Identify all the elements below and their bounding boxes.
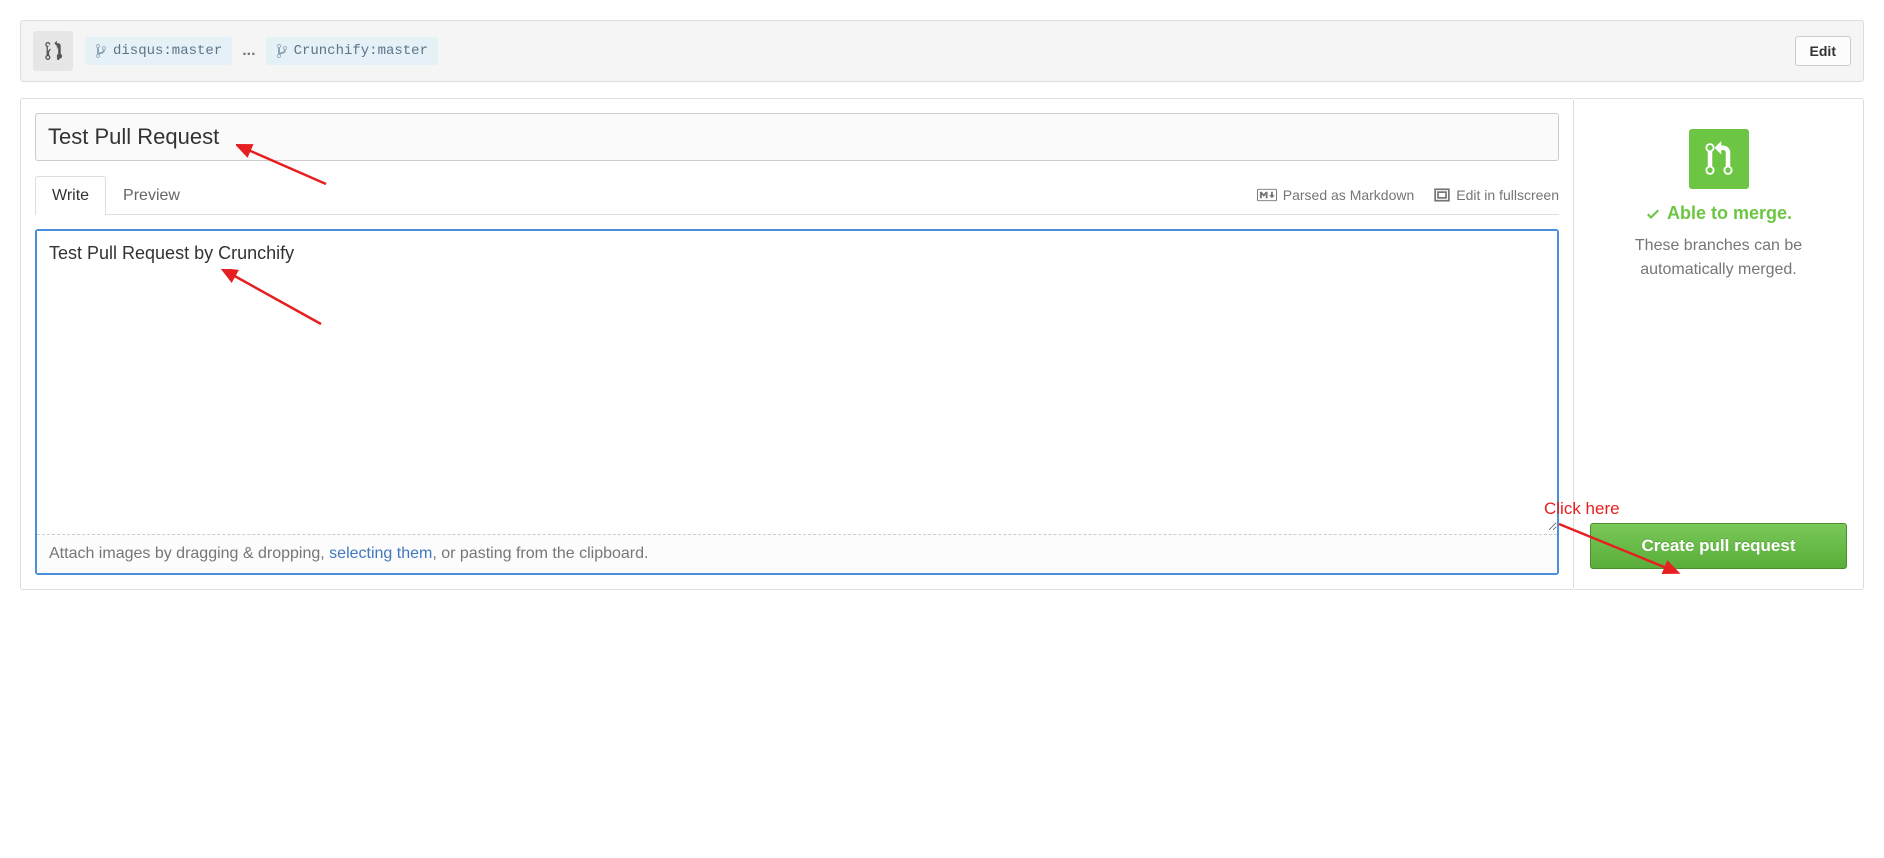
merge-sidebar: Able to merge. These branches can be aut… — [1574, 98, 1864, 590]
markdown-hint[interactable]: Parsed as Markdown — [1257, 187, 1415, 203]
merge-desc: These branches can be automatically merg… — [1590, 234, 1847, 282]
pr-form-box: Write Preview Parsed as Markdown Edit in… — [20, 98, 1574, 590]
git-branch-icon — [95, 43, 107, 59]
body-textarea-wrap: Attach images by dragging & dropping, se… — [35, 229, 1559, 575]
merge-status: Able to merge. — [1590, 203, 1847, 224]
pr-body-textarea[interactable] — [37, 231, 1557, 531]
tab-preview[interactable]: Preview — [106, 176, 197, 215]
head-branch-label: Crunchify:master — [294, 43, 428, 59]
markdown-icon — [1257, 188, 1277, 202]
pr-title-input[interactable] — [35, 113, 1559, 161]
attach-hint[interactable]: Attach images by dragging & dropping, se… — [37, 534, 1557, 573]
tab-bar: Write Preview Parsed as Markdown Edit in… — [35, 175, 1559, 215]
head-branch-pill[interactable]: Crunchify:master — [266, 37, 438, 65]
base-branch-pill[interactable]: disqus:master — [85, 37, 232, 65]
base-branch-label: disqus:master — [113, 43, 222, 59]
attach-select-link[interactable]: selecting them — [329, 545, 432, 562]
compare-dots: ... — [242, 42, 255, 60]
edit-button[interactable]: Edit — [1795, 36, 1851, 66]
merge-icon — [1689, 129, 1749, 189]
fullscreen-icon — [1434, 188, 1450, 202]
compare-bar: disqus:master ... Crunchify:master Edit — [20, 20, 1864, 82]
create-pull-request-button[interactable]: Create pull request — [1590, 523, 1847, 569]
check-icon — [1645, 206, 1661, 222]
git-branch-icon — [276, 43, 288, 59]
tab-write[interactable]: Write — [35, 176, 106, 215]
fullscreen-link[interactable]: Edit in fullscreen — [1434, 187, 1559, 203]
compare-icon — [33, 31, 73, 71]
